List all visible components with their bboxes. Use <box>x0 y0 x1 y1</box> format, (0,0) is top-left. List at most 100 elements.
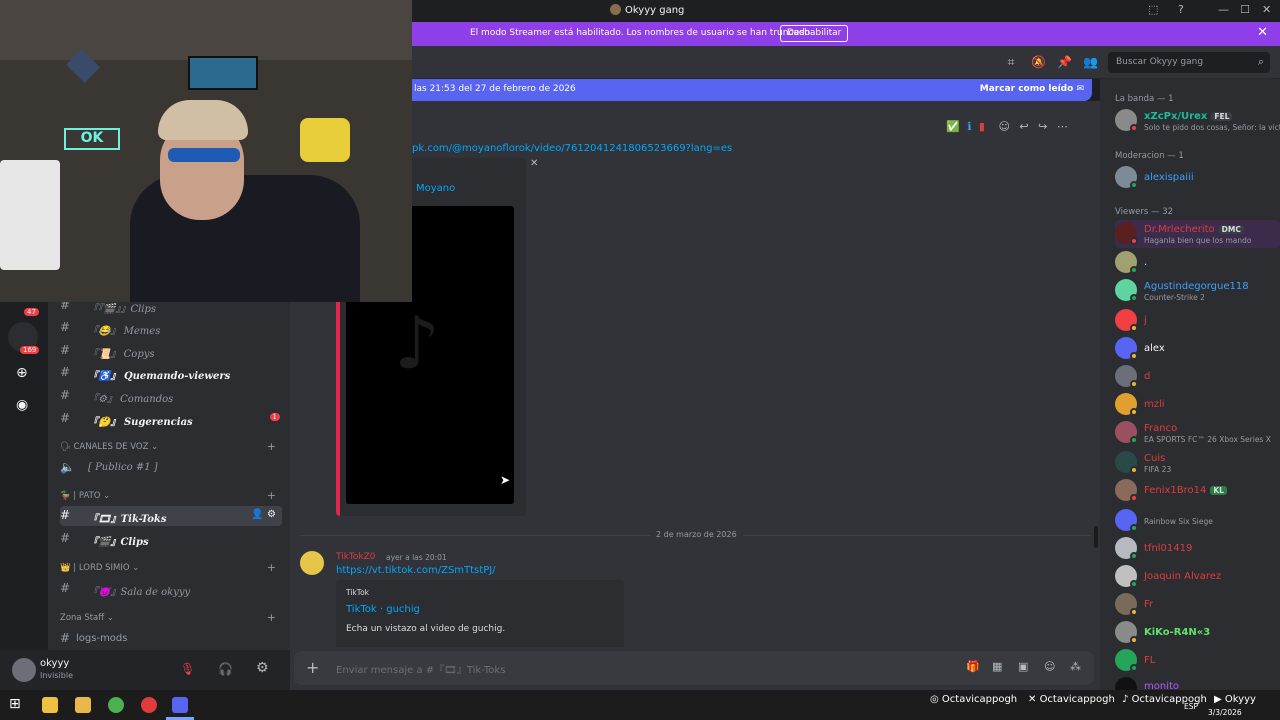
clock-date[interactable]: 3/3/2026 <box>1208 708 1242 717</box>
member-item[interactable]: Cuis FIFA 23 <box>1115 449 1280 477</box>
member-item[interactable]: Agustindegorgue118 Counter-Strike 2 <box>1115 277 1280 305</box>
member-item[interactable]: FL <box>1115 647 1280 675</box>
category-voice[interactable]: 🗣 CANALES DE VOZ ⌄ <box>60 442 158 452</box>
member-item[interactable]: alexispaiii <box>1115 164 1280 192</box>
member-item[interactable]: Franco EA SPORTS FC™ 26 Xbox Series X <box>1115 419 1280 447</box>
taskbar: ⊞ ◎ Octavicappogh ✕ Octavicappogh ♪ Octa… <box>0 690 1280 720</box>
notifications-icon[interactable]: 🔕 <box>1031 55 1046 69</box>
member-item[interactable]: Dr.Mrlecherito DMC Haganla bien que los m… <box>1115 220 1280 248</box>
embed-author[interactable]: Moyano <box>416 183 455 194</box>
disable-streamer-button[interactable]: Deshabilitar <box>780 25 849 42</box>
channel-comandos[interactable]: # 『⚙』 Comandos <box>60 386 282 406</box>
member-item[interactable]: Fr <box>1115 591 1280 619</box>
add-reaction-icon[interactable]: ☺ <box>998 120 1009 133</box>
apps-icon[interactable]: ⁂ <box>1070 660 1081 673</box>
channel-memes[interactable]: # 『😂』 Memes <box>60 318 282 338</box>
member-item[interactable]: monito <box>1115 675 1280 690</box>
member-item[interactable]: mzli <box>1115 391 1280 419</box>
member-item[interactable]: Joaquin Alvarez <box>1115 563 1280 591</box>
category-lord-simio[interactable]: 👑 | LORD SIMIO ⌄ <box>60 563 139 573</box>
minimize-button[interactable]: — <box>1218 3 1229 16</box>
mic-muted-icon[interactable]: 🎙 <box>180 662 195 676</box>
member-item[interactable]: Fenix1Bro14 KL <box>1115 477 1280 505</box>
pin-icon[interactable]: 📌 <box>1057 55 1072 69</box>
emoji-icon[interactable]: ☺ <box>1044 660 1055 673</box>
flag-reaction-icon[interactable]: ▮ <box>979 120 985 133</box>
member-group-header: Moderacion — 1 <box>1115 151 1184 161</box>
tiktok-logo-icon: ♪ <box>394 301 440 385</box>
member-list-icon[interactable]: 👥 <box>1083 55 1098 69</box>
inbox-icon[interactable]: ⬚ <box>1148 3 1158 16</box>
member-item[interactable]: KiKo-R4N«3 <box>1115 619 1280 647</box>
gift-icon[interactable]: 🎁 <box>966 660 980 673</box>
discord-taskbar-icon[interactable] <box>172 697 188 713</box>
mark-read-button[interactable]: Marcar como leído ✉ <box>980 84 1084 94</box>
channel-quemando-viewers[interactable]: # 『♿』 Quemando-viewers <box>60 363 282 383</box>
check-reaction-icon[interactable]: ✅ <box>946 120 960 133</box>
member-item[interactable]: tfnl01419 <box>1115 535 1280 563</box>
scrollbar[interactable] <box>1094 526 1098 548</box>
add-channel-icon[interactable]: + <box>267 561 276 574</box>
avatar[interactable] <box>300 551 324 575</box>
message-input[interactable]: Enviar mensaje a #『🎞』Tik-Toks <box>336 661 505 676</box>
media-app-icon[interactable] <box>42 697 58 713</box>
sticker-icon[interactable]: ▣ <box>1018 660 1028 673</box>
forward-icon[interactable]: ↪ <box>1038 120 1047 133</box>
channel-logs-mods[interactable]: # logs-mods <box>60 629 282 649</box>
member-item[interactable]: . <box>1115 249 1280 277</box>
channel-list: # 『『🎬』』Clips # 『😂』 Memes # 『📜』 Copys # 『♿』 Q… <box>48 302 290 650</box>
headphones-icon[interactable]: 🎧 <box>218 662 233 676</box>
maximize-button[interactable]: ☐ <box>1240 3 1250 16</box>
more-icon[interactable]: ⋯ <box>1057 120 1068 133</box>
member-item[interactable]: xZcPx/Urex FEL Solo te pido dos cosas, Se… <box>1115 107 1280 135</box>
channel-clips-pato[interactable]: # 『🎬』Clips <box>60 529 282 549</box>
message-link[interactable]: https://vt.tiktok.com/ZSmTtstPJ/ <box>336 565 496 576</box>
message-link[interactable]: pk.com/@moyanoflorok/video/7612041241806… <box>412 143 732 154</box>
discover-icon[interactable]: ◉ <box>16 397 28 413</box>
banner-text: El modo Streamer está habilitado. Los no… <box>470 28 813 38</box>
channel-clips[interactable]: # 『『🎬』』Clips <box>60 302 282 316</box>
new-messages-bar[interactable]: las 21:53 del 27 de febrero de 2026 Marc… <box>412 79 1092 101</box>
language-indicator[interactable]: ESP <box>1184 702 1198 711</box>
composer-box: + Enviar mensaje a #『🎞』Tik-Toks 🎁 ▦ ▣ ☺ … <box>294 651 1094 685</box>
attach-icon[interactable]: + <box>306 658 319 677</box>
sunglasses <box>168 148 240 162</box>
add-channel-icon[interactable]: + <box>267 611 276 624</box>
reply-icon[interactable]: ↩ <box>1019 120 1028 133</box>
chrome-icon[interactable] <box>108 697 124 713</box>
member-item[interactable]: alex <box>1115 335 1280 363</box>
status-dot <box>1130 580 1138 588</box>
invite-settings-icon[interactable]: 👤 ⚙ <box>251 509 276 520</box>
member-item[interactable]: d <box>1115 363 1280 391</box>
gif-icon[interactable]: ▦ <box>992 660 1002 673</box>
category-zona-staff[interactable]: Zona Staff ⌄ <box>60 613 114 623</box>
category-pato[interactable]: 🦆 | PATO ⌄ <box>60 491 110 501</box>
file-explorer-icon[interactable] <box>75 697 91 713</box>
channel-tik-toks[interactable]: # 『🎞』Tik-Toks 👤 ⚙ <box>60 506 282 526</box>
channel-sugerencias[interactable]: # 『🤔』 Sugerencias 1 <box>60 409 282 429</box>
member-item[interactable]: Rainbow Six Siege <box>1115 507 1280 535</box>
windows-start-icon[interactable]: ⊞ <box>9 696 21 712</box>
threads-icon[interactable]: ⌗ <box>1004 55 1018 69</box>
channel-sala-okyyy[interactable]: # 『😈』Sala de okyyy <box>60 579 282 599</box>
avatar[interactable] <box>12 658 36 682</box>
channel-copys[interactable]: # 『📜』 Copys <box>60 341 282 361</box>
info-reaction-icon[interactable]: ℹ <box>967 120 971 133</box>
search-input[interactable]: Buscar Okyyy gang ⌕ <box>1108 52 1270 73</box>
status-dot <box>1130 181 1138 189</box>
voice-channel-publico[interactable]: 🔈[ Publico #1 ] <box>60 458 282 478</box>
settings-icon[interactable]: ⚙ <box>256 660 269 676</box>
message-author[interactable]: TikTokZ0 <box>336 552 376 562</box>
close-icon[interactable]: ✕ <box>1257 25 1268 40</box>
username[interactable]: okyyy <box>40 658 69 669</box>
add-server-icon[interactable]: ⊕ <box>16 365 28 381</box>
wall-painting <box>188 56 258 90</box>
add-channel-icon[interactable]: + <box>267 489 276 502</box>
embed-title[interactable]: TikTok · guchig <box>346 604 420 615</box>
obs-icon[interactable] <box>141 697 157 713</box>
add-channel-icon[interactable]: + <box>267 440 276 453</box>
close-button[interactable]: ✕ <box>1262 3 1271 16</box>
help-icon[interactable]: ? <box>1178 3 1184 16</box>
member-item[interactable]: j <box>1115 307 1280 335</box>
embed-close-icon[interactable]: ✕ <box>530 158 538 169</box>
